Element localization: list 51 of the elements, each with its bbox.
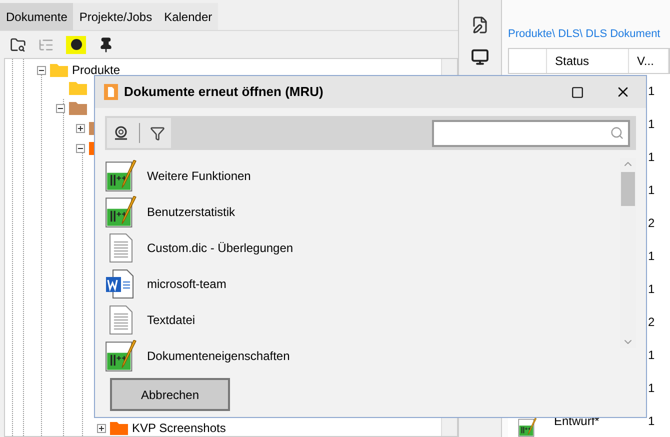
monitor-icon[interactable] <box>471 48 490 66</box>
record-icon[interactable] <box>66 36 86 54</box>
table-cell-text: 2 <box>648 314 655 330</box>
folder-icon <box>69 81 87 95</box>
expand-icon[interactable] <box>97 424 106 432</box>
column-header[interactable]: V... <box>629 49 669 73</box>
table-cell-text: 1 <box>648 380 655 396</box>
expand-icon[interactable] <box>76 124 85 132</box>
table-cell-text: 1 <box>648 82 655 100</box>
tab[interactable]: Projekte/Jobs <box>73 3 158 30</box>
tree-item[interactable]: KVP Screenshots <box>132 419 226 437</box>
folder-icon <box>50 63 68 77</box>
filter-icon[interactable] <box>150 126 165 140</box>
tab[interactable]: Dokumente <box>0 3 74 30</box>
edit-document-icon[interactable] <box>471 16 490 34</box>
column-header[interactable]: Status <box>547 49 629 73</box>
table-cell-text: 1 <box>648 148 655 166</box>
table-cell-text: 2 <box>648 214 655 232</box>
collapse-icon[interactable] <box>37 66 46 74</box>
table-cell-text: 1 <box>648 280 655 298</box>
folder-search-icon[interactable] <box>10 36 26 52</box>
table-cell-text: 1 <box>648 412 655 430</box>
table-cell-text: 1 <box>648 116 655 132</box>
list-item[interactable]: Weitere Funktionen <box>105 158 620 194</box>
cancel-button[interactable]: Abbrechen <box>110 378 230 411</box>
list-item[interactable]: Dokumenteneigenschaften <box>105 338 620 374</box>
search-field[interactable] <box>432 120 630 146</box>
maximize-icon <box>570 86 584 98</box>
tree-item[interactable]: Produkte <box>72 61 120 79</box>
notepad-icon <box>105 196 137 228</box>
collapse-icon[interactable] <box>76 144 85 152</box>
window-title: Dokumente erneut öffnen (MRU) <box>124 83 324 102</box>
folder-icon <box>110 421 128 435</box>
document-icon <box>104 84 118 100</box>
list-item[interactable]: Textdatei <box>105 302 620 338</box>
pin-icon[interactable] <box>98 36 114 52</box>
list-item[interactable]: Benutzerstatistik <box>105 194 620 230</box>
notepad-icon <box>105 340 137 372</box>
notepad-icon <box>105 160 137 192</box>
tab[interactable]: Kalender <box>158 3 218 30</box>
list-item[interactable]: microsoft-team <box>105 266 620 302</box>
lifebuoy-icon[interactable] <box>113 125 129 141</box>
search-icon <box>610 126 624 140</box>
collapse-icon[interactable] <box>56 104 65 112</box>
list-item[interactable]: Custom.dic - Überlegungen <box>105 230 620 266</box>
table-cell-text: 1 <box>648 248 655 264</box>
scroll-thumb[interactable] <box>621 172 635 206</box>
table-cell-text: 1 <box>648 182 655 198</box>
table-cell-text: 1 <box>648 346 655 364</box>
folder-icon <box>69 101 87 115</box>
breadcrumb-link[interactable]: Produkte\ DLS\ DLS Dokument <box>508 24 670 44</box>
